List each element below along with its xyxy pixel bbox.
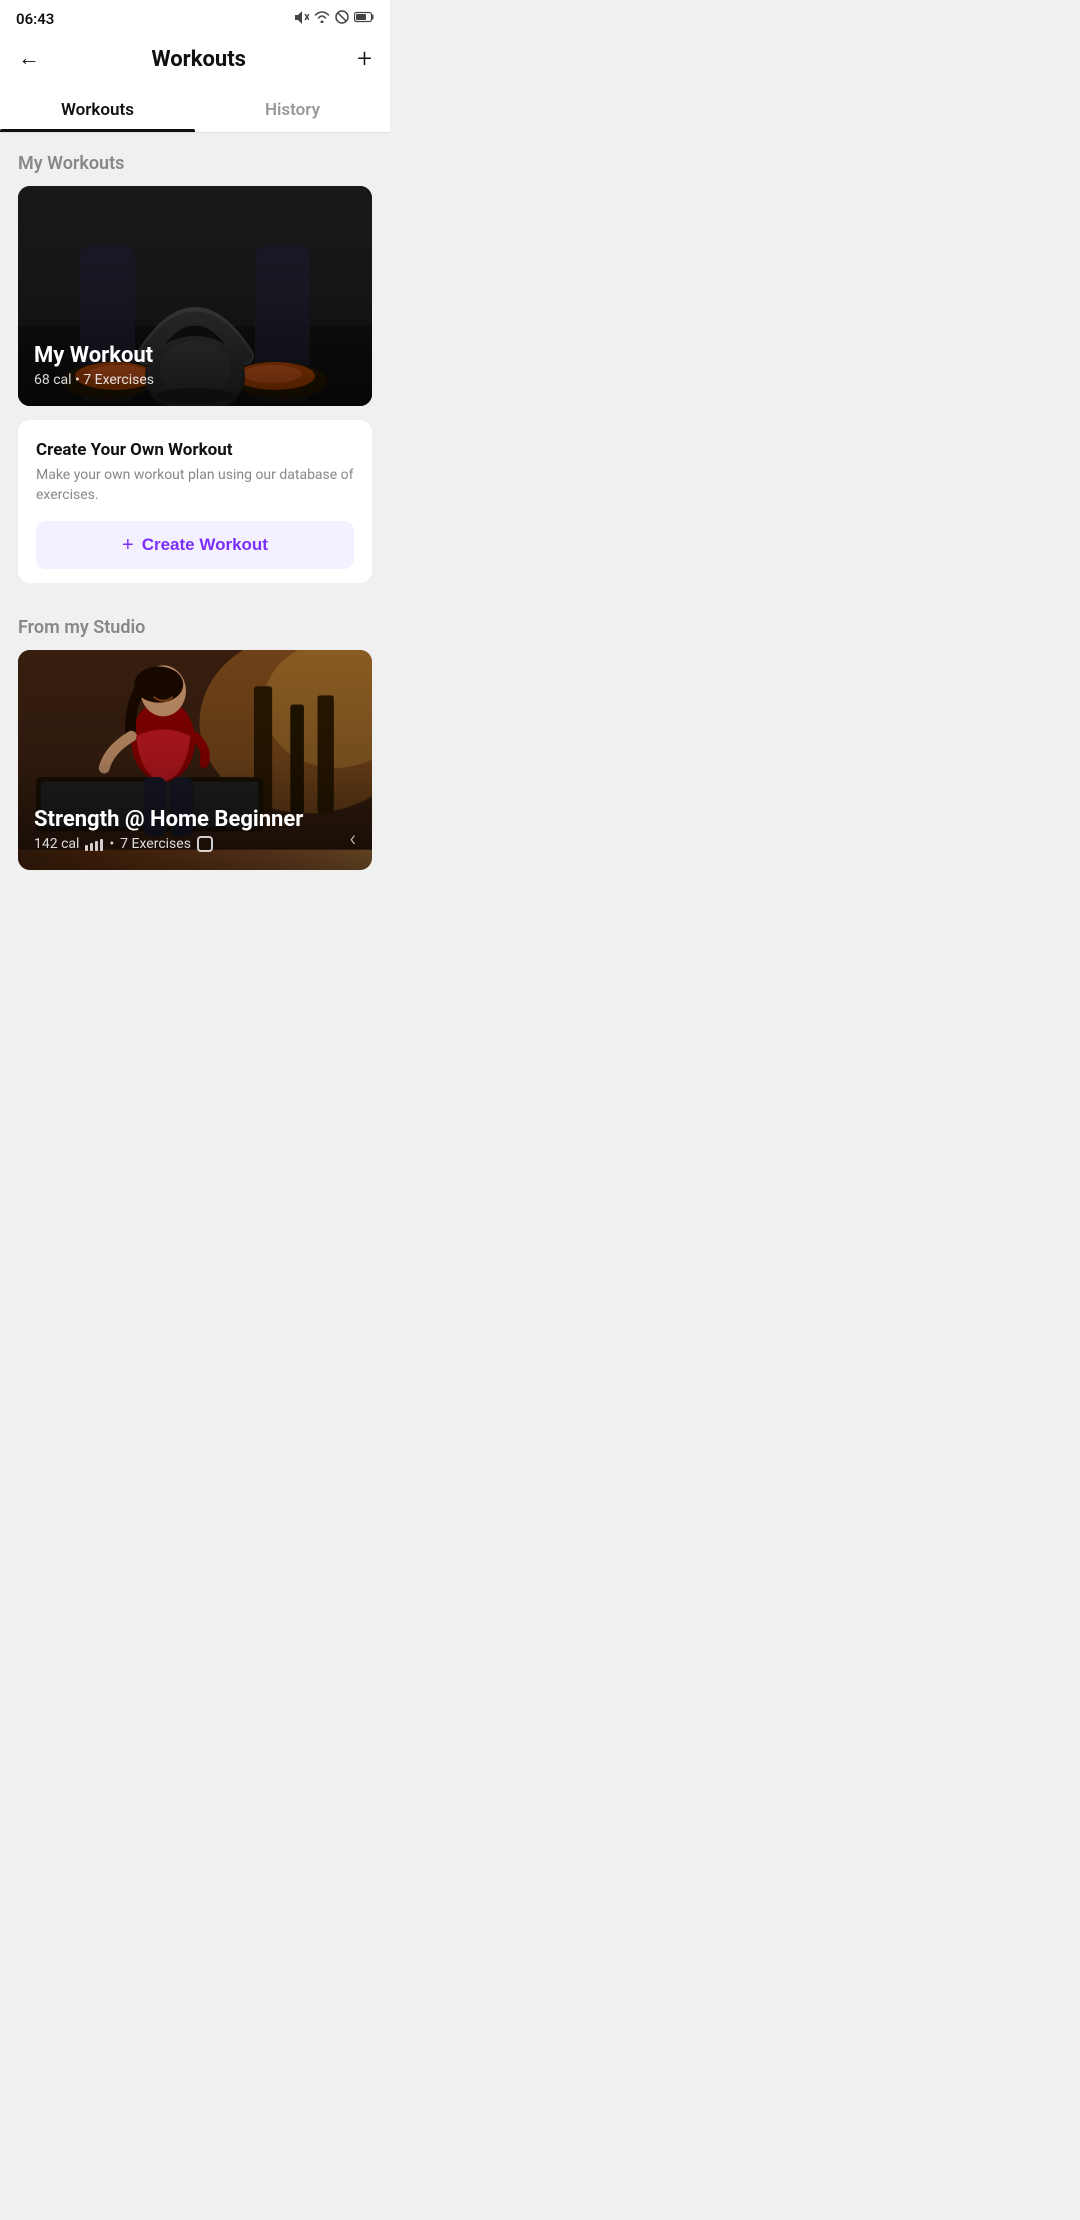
blocked-icon bbox=[335, 10, 349, 28]
studio-workout-card[interactable]: Strength @ Home Beginner 142 cal • bbox=[18, 650, 372, 870]
create-workout-button[interactable]: + Create Workout bbox=[36, 521, 354, 569]
create-workout-card[interactable]: Create Your Own Workout Make your own wo… bbox=[18, 420, 372, 583]
studio-card-info: Strength @ Home Beginner 142 cal • bbox=[34, 807, 349, 854]
workout-name: My Workout bbox=[34, 343, 154, 369]
battery-icon bbox=[354, 11, 374, 27]
my-workout-image: My Workout 68 cal • 7 Exercises bbox=[18, 186, 372, 406]
my-workouts-section: My Workouts bbox=[0, 133, 390, 583]
status-icons bbox=[293, 10, 374, 28]
wifi-icon bbox=[314, 11, 330, 27]
studio-card-bottom: Strength @ Home Beginner 142 cal • bbox=[34, 807, 356, 854]
bar-chart-icon bbox=[85, 837, 103, 851]
create-card-description: Make your own workout plan using our dat… bbox=[36, 466, 354, 505]
studio-workout-name: Strength @ Home Beginner bbox=[34, 807, 349, 833]
create-workout-button-label: Create Workout bbox=[142, 535, 268, 555]
tab-workouts[interactable]: Workouts bbox=[0, 86, 195, 132]
studio-workout-meta: 142 cal • 7 Exercises bbox=[34, 836, 349, 852]
my-workout-card[interactable]: My Workout 68 cal • 7 Exercises bbox=[18, 186, 372, 406]
page-title: Workouts bbox=[151, 47, 246, 72]
studio-section: From my Studio bbox=[0, 597, 390, 870]
content-area: My Workouts bbox=[0, 133, 390, 870]
chevron-right-icon[interactable]: ‹ bbox=[349, 827, 356, 854]
mute-icon bbox=[293, 10, 309, 28]
header: ← Workouts + bbox=[0, 36, 390, 86]
create-plus-icon: + bbox=[122, 535, 134, 555]
tab-history[interactable]: History bbox=[195, 86, 390, 132]
back-button[interactable]: ← bbox=[18, 48, 40, 70]
workout-meta: 68 cal • 7 Exercises bbox=[34, 372, 154, 388]
status-bar: 06:43 bbox=[0, 0, 390, 36]
studio-card-image: Strength @ Home Beginner 142 cal • bbox=[18, 650, 372, 870]
workout-card-info: My Workout 68 cal • 7 Exercises bbox=[34, 343, 154, 390]
add-button[interactable]: + bbox=[357, 46, 372, 72]
studio-section-title: From my Studio bbox=[0, 597, 390, 650]
my-workouts-title: My Workouts bbox=[0, 133, 390, 186]
watch-icon bbox=[197, 836, 213, 852]
tabs-container: Workouts History bbox=[0, 86, 390, 133]
status-time: 06:43 bbox=[16, 10, 54, 28]
create-card-title: Create Your Own Workout bbox=[36, 440, 354, 460]
